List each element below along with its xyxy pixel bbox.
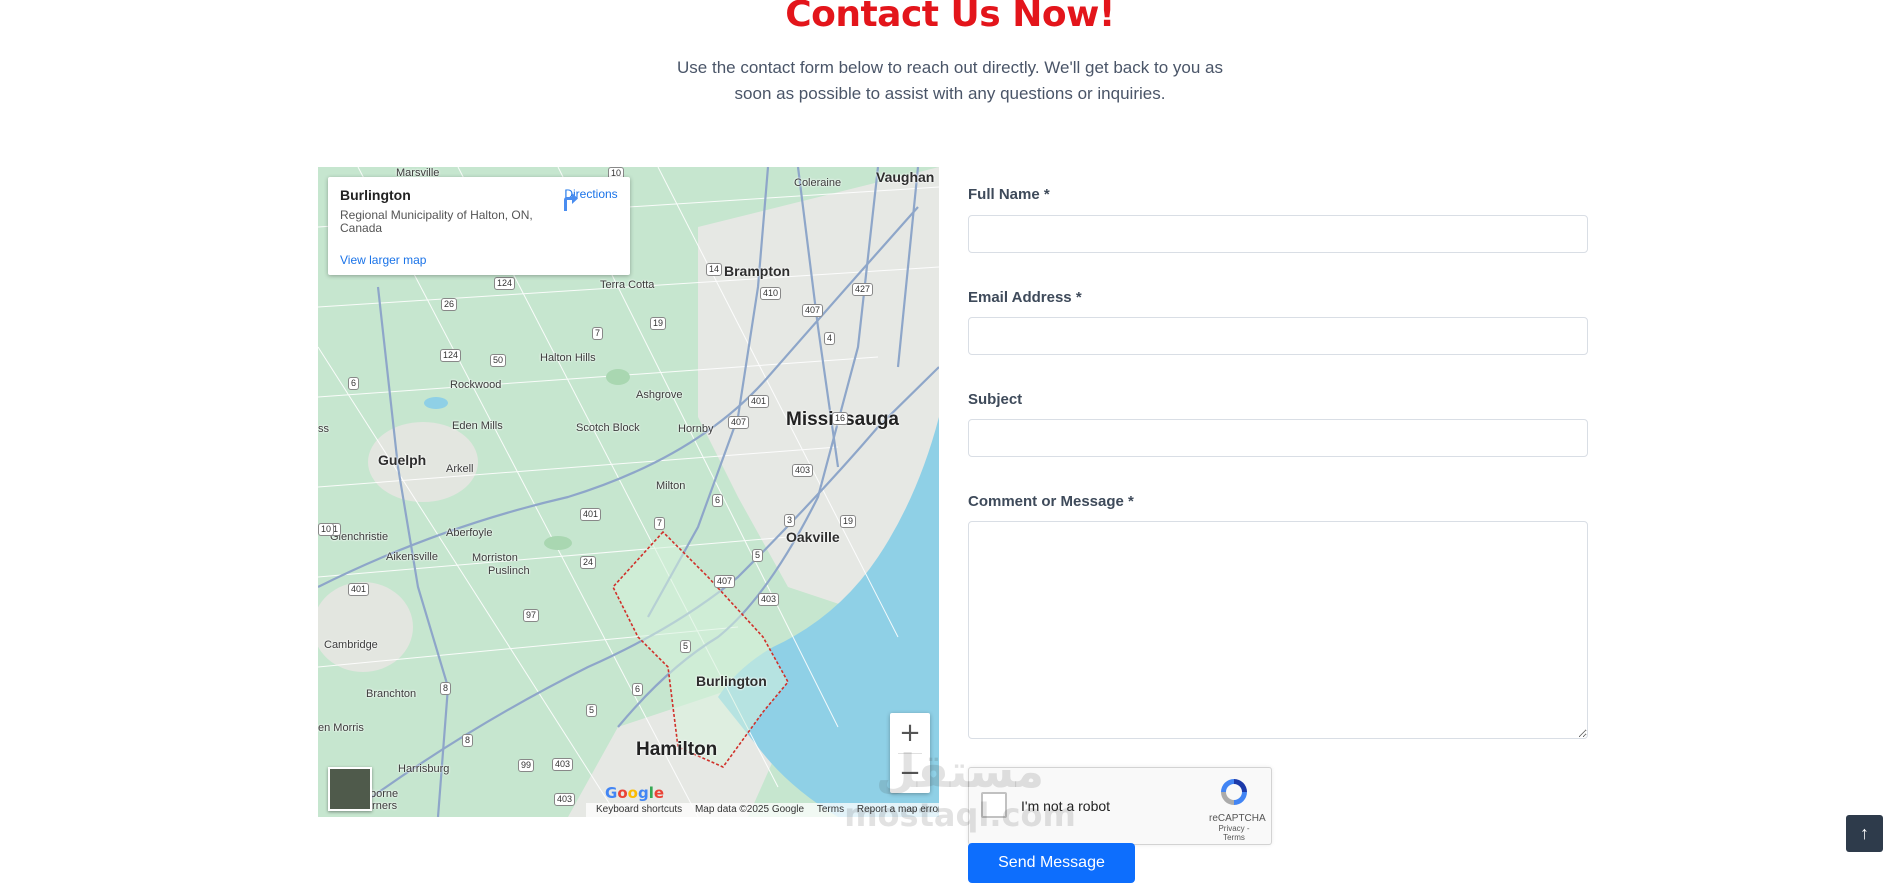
highway-shield: 403 [792, 464, 814, 477]
highway-shield: 124 [440, 349, 462, 362]
highway-shield: 99 [518, 759, 535, 772]
highway-shield: 8 [440, 682, 452, 695]
message-label: Comment or Message * [968, 493, 1134, 510]
zoom-out-button[interactable]: − [890, 753, 930, 793]
highway-shield: 403 [758, 593, 780, 606]
directions-icon [564, 193, 578, 211]
map-label-puslinch: Puslinch [488, 565, 530, 577]
highway-shield: 407 [714, 575, 736, 588]
map-label-ss: ss [318, 423, 329, 435]
highway-shield: 3 [784, 514, 796, 527]
zoom-in-button[interactable]: + [890, 713, 930, 753]
highway-shield: 5 [752, 549, 764, 562]
map-label-aberfoyle: Aberfoyle [446, 527, 493, 539]
map-label-rockwood: Rockwood [450, 379, 502, 391]
recaptcha-checkbox[interactable] [981, 792, 1007, 818]
map-data-label: Map data ©2025 Google [694, 804, 805, 815]
highway-shield: 24 [580, 556, 597, 569]
satellite-toggle-thumbnail[interactable] [328, 767, 372, 811]
highway-shield: 401 [348, 583, 370, 596]
map-label-brampton: Brampton [724, 263, 791, 279]
map-place-name: Burlington [340, 187, 411, 203]
map-attribution-bar: Keyboard shortcuts Map data ©2025 Google… [586, 803, 939, 817]
full-name-label: Full Name * [968, 186, 1050, 203]
highway-shield: 19 [840, 515, 857, 528]
page-title: Contact Us Now! [785, 0, 1115, 35]
highway-shield: 8 [462, 734, 474, 747]
message-textarea[interactable] [968, 521, 1588, 739]
map-label-milton: Milton [656, 480, 686, 492]
map-label-harrisburg: Harrisburg [398, 763, 450, 775]
map-info-card: Burlington Regional Municipality of Halt… [328, 177, 630, 275]
highway-shield: 97 [523, 609, 540, 622]
highway-shield: 50 [490, 354, 507, 367]
highway-shield: 403 [554, 793, 576, 806]
highway-shield: 16 [832, 412, 849, 425]
map-label-terra-cotta: Terra Cotta [600, 279, 655, 291]
google-logo: Google [605, 784, 665, 802]
recaptcha-logo: reCAPTCHA Privacy - Terms [1209, 776, 1266, 842]
view-larger-map-link[interactable]: View larger map [340, 253, 426, 267]
map-label-cambridge: Cambridge [324, 639, 378, 651]
highway-shield: 6 [348, 377, 360, 390]
map-label-hornby: Hornby [678, 423, 714, 435]
map-label-oakville: Oakville [786, 529, 840, 545]
highway-shield: 407 [728, 416, 750, 429]
highway-shield: 5 [586, 704, 598, 717]
highway-shield: 401 [748, 395, 770, 408]
map-label-morris: en Morris [318, 722, 364, 734]
highway-shield: 19 [650, 317, 667, 330]
map-label-branchton: Branchton [366, 688, 417, 700]
highway-shield: 4 [824, 332, 836, 345]
subject-label: Subject [968, 391, 1023, 408]
highway-shield: 410 [760, 287, 782, 300]
highway-shield: 6 [712, 494, 724, 507]
keyboard-shortcuts-link[interactable]: Keyboard shortcuts [596, 804, 682, 815]
send-message-button[interactable]: Send Message [968, 843, 1135, 883]
highway-shield: 26 [441, 298, 458, 311]
recaptcha-privacy-terms[interactable]: Privacy - Terms [1209, 824, 1259, 842]
map-label-burlington: Burlington [696, 673, 767, 689]
map-label-guelph: Guelph [378, 452, 427, 468]
map-zoom-controls: + − [890, 713, 930, 793]
map-label-hamilton: Hamilton [636, 739, 718, 760]
recaptcha-brand: reCAPTCHA [1209, 813, 1266, 824]
page-subtitle: Use the contact form below to reach out … [677, 58, 1223, 103]
directions-button[interactable]: Directions [556, 187, 626, 211]
recaptcha-widget: I'm not a robot reCAPTCHA Privacy - Term… [968, 767, 1272, 845]
highway-shield: 14 [706, 263, 723, 276]
highway-shield: 6 [632, 683, 644, 696]
map-label-coleraine: Coleraine [794, 177, 842, 189]
map-place-address: Regional Municipality of Halton, ON, Can… [340, 208, 533, 235]
highway-shield: 401 [580, 508, 602, 521]
map-label-halton-hills: Halton Hills [540, 352, 596, 364]
map-label-scotch-block: Scotch Block [576, 422, 640, 434]
report-map-error-link[interactable]: Report a map error [857, 804, 939, 815]
highway-shield: 7 [592, 327, 604, 340]
highway-shield: 7 [654, 517, 666, 530]
back-to-top-button[interactable]: ↑ [1846, 815, 1883, 852]
map-label-ashgrove: Ashgrove [636, 389, 683, 401]
google-map[interactable]: Marsville Coleraine Vaughan Brampton Ter… [318, 167, 939, 817]
subject-input[interactable] [968, 419, 1588, 457]
highway-shield: 10 [318, 523, 335, 536]
map-label-morriston: Morriston [472, 552, 518, 564]
email-label: Email Address * [968, 289, 1082, 306]
recaptcha-icon [1221, 779, 1247, 805]
highway-shield: 124 [494, 277, 516, 290]
full-name-input[interactable] [968, 215, 1588, 253]
highway-shield: 427 [852, 283, 874, 296]
map-label-eden-mills: Eden Mills [452, 420, 503, 432]
map-label-borne: borne [370, 788, 399, 800]
recaptcha-text: I'm not a robot [1021, 798, 1111, 814]
highway-shield: 403 [552, 758, 574, 771]
map-label-vaughan: Vaughan [876, 169, 935, 185]
map-label-aikensville: Aikensville [386, 551, 438, 563]
map-terms-link[interactable]: Terms [817, 804, 844, 815]
highway-shield: 407 [802, 304, 824, 317]
email-input[interactable] [968, 317, 1588, 355]
map-label-arkell: Arkell [446, 463, 474, 475]
highway-shield: 5 [680, 640, 692, 653]
